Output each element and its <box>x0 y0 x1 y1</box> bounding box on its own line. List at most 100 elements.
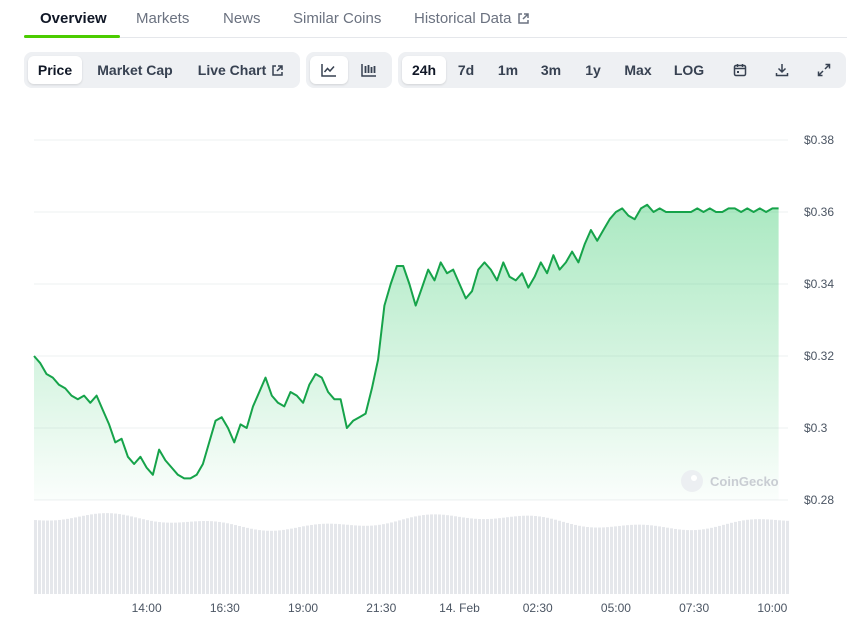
range-7d-button[interactable]: 7d <box>448 56 484 84</box>
volume-bar <box>110 513 113 594</box>
coingecko-watermark: CoinGecko <box>681 470 779 492</box>
volume-bar <box>650 525 653 594</box>
range-max-button[interactable]: Max <box>616 56 660 84</box>
y-axis: $0.38 $0.36 $0.34 $0.32 $0.3 $0.28 <box>804 133 834 507</box>
volume-bar <box>446 515 449 594</box>
volume-bar <box>486 519 489 594</box>
live-chart-label: Live Chart <box>197 62 267 78</box>
volume-bar <box>598 527 601 594</box>
volume-bar <box>214 521 217 594</box>
volume-bar <box>94 513 97 594</box>
volume-bar <box>162 522 165 594</box>
volume-bar <box>502 517 505 594</box>
y-tick-label: $0.36 <box>804 205 834 219</box>
volume-bar <box>346 524 349 594</box>
volume-bar <box>430 514 433 594</box>
tab-historical-data[interactable]: Historical Data <box>414 10 530 27</box>
x-tick-label: 07:30 <box>679 601 709 615</box>
volume-bar <box>582 526 585 594</box>
volume-bar <box>42 520 45 594</box>
volume-bar <box>674 528 677 594</box>
volume-bar <box>146 520 149 594</box>
volume-bar <box>282 529 285 594</box>
volume-bar <box>142 519 145 594</box>
y-tick-label: $0.34 <box>804 277 834 291</box>
volume-bar <box>118 514 121 594</box>
volume-bar <box>354 525 357 594</box>
expand-icon <box>817 63 831 77</box>
volume-bar <box>782 520 785 594</box>
volume-bar <box>718 525 721 594</box>
volume-bar <box>722 524 725 594</box>
x-tick-label: 16:30 <box>210 601 240 615</box>
range-group: 24h 7d 1m 3m 1y Max LOG <box>398 52 846 88</box>
volume-bar <box>646 524 649 594</box>
log-scale-button[interactable]: LOG <box>666 56 712 84</box>
x-tick-label: 14. Feb <box>439 601 480 615</box>
range-1m-button[interactable]: 1m <box>490 56 526 84</box>
price-button[interactable]: Price <box>28 56 82 84</box>
volume-bar <box>194 521 197 594</box>
volume-bar <box>662 527 665 594</box>
style-group <box>306 52 392 88</box>
download-icon <box>775 64 789 77</box>
active-tab-indicator <box>24 35 120 38</box>
volume-bar <box>270 530 273 594</box>
volume-bar <box>54 520 57 594</box>
volume-bar <box>490 518 493 594</box>
volume-bar <box>706 528 709 594</box>
volume-bar <box>206 521 209 594</box>
tab-markets[interactable]: Markets <box>136 10 189 27</box>
market-cap-button[interactable]: Market Cap <box>86 56 184 84</box>
volume-bar <box>510 516 513 594</box>
volume-bar <box>322 523 325 594</box>
volume-bar <box>250 528 253 594</box>
volume-bar <box>770 519 773 594</box>
expand-button[interactable] <box>806 56 842 84</box>
calendar-icon <box>733 64 747 77</box>
live-chart-button[interactable]: Live Chart <box>188 56 294 84</box>
price-area <box>34 204 779 501</box>
volume-bar <box>634 524 637 594</box>
volume-bar <box>438 514 441 594</box>
volume-bar <box>754 519 757 594</box>
x-tick-label: 05:00 <box>601 601 631 615</box>
volume-bar <box>414 516 417 594</box>
volume-bar <box>774 519 777 594</box>
volume-bar <box>210 521 213 594</box>
volume-bar <box>378 524 381 594</box>
candlestick-button[interactable] <box>350 56 388 84</box>
volume-bar <box>426 514 429 594</box>
volume-bar <box>90 514 93 594</box>
volume-bar <box>262 530 265 594</box>
volume-bar <box>186 521 189 594</box>
volume-bar <box>190 521 193 594</box>
range-3m-button[interactable]: 3m <box>532 56 570 84</box>
volume-bar <box>542 517 545 594</box>
volume-bar <box>174 522 177 594</box>
tab-news[interactable]: News <box>223 10 261 27</box>
volume-bar <box>546 517 549 594</box>
volume-bar <box>242 526 245 594</box>
volume-bar <box>98 513 101 594</box>
calendar-button[interactable] <box>722 56 758 84</box>
download-button[interactable] <box>764 56 800 84</box>
volume-bar <box>286 529 289 594</box>
line-chart-button[interactable] <box>310 56 348 84</box>
volume-bar <box>386 523 389 594</box>
volume-bar <box>666 527 669 594</box>
volume-bar <box>750 519 753 594</box>
volume-bar <box>166 522 169 594</box>
volume-bar <box>222 522 225 594</box>
y-tick-label: $0.32 <box>804 349 834 363</box>
volume-bar <box>714 526 717 594</box>
range-1y-button[interactable]: 1y <box>576 56 610 84</box>
volume-bar <box>314 524 317 594</box>
volume-bar <box>658 526 661 594</box>
volume-bar <box>178 522 181 594</box>
range-24h-button[interactable]: 24h <box>402 56 446 84</box>
x-tick-label: 21:30 <box>366 601 396 615</box>
tab-overview[interactable]: Overview <box>40 10 107 27</box>
volume-bar <box>226 523 229 594</box>
tab-similar-coins[interactable]: Similar Coins <box>293 10 381 27</box>
